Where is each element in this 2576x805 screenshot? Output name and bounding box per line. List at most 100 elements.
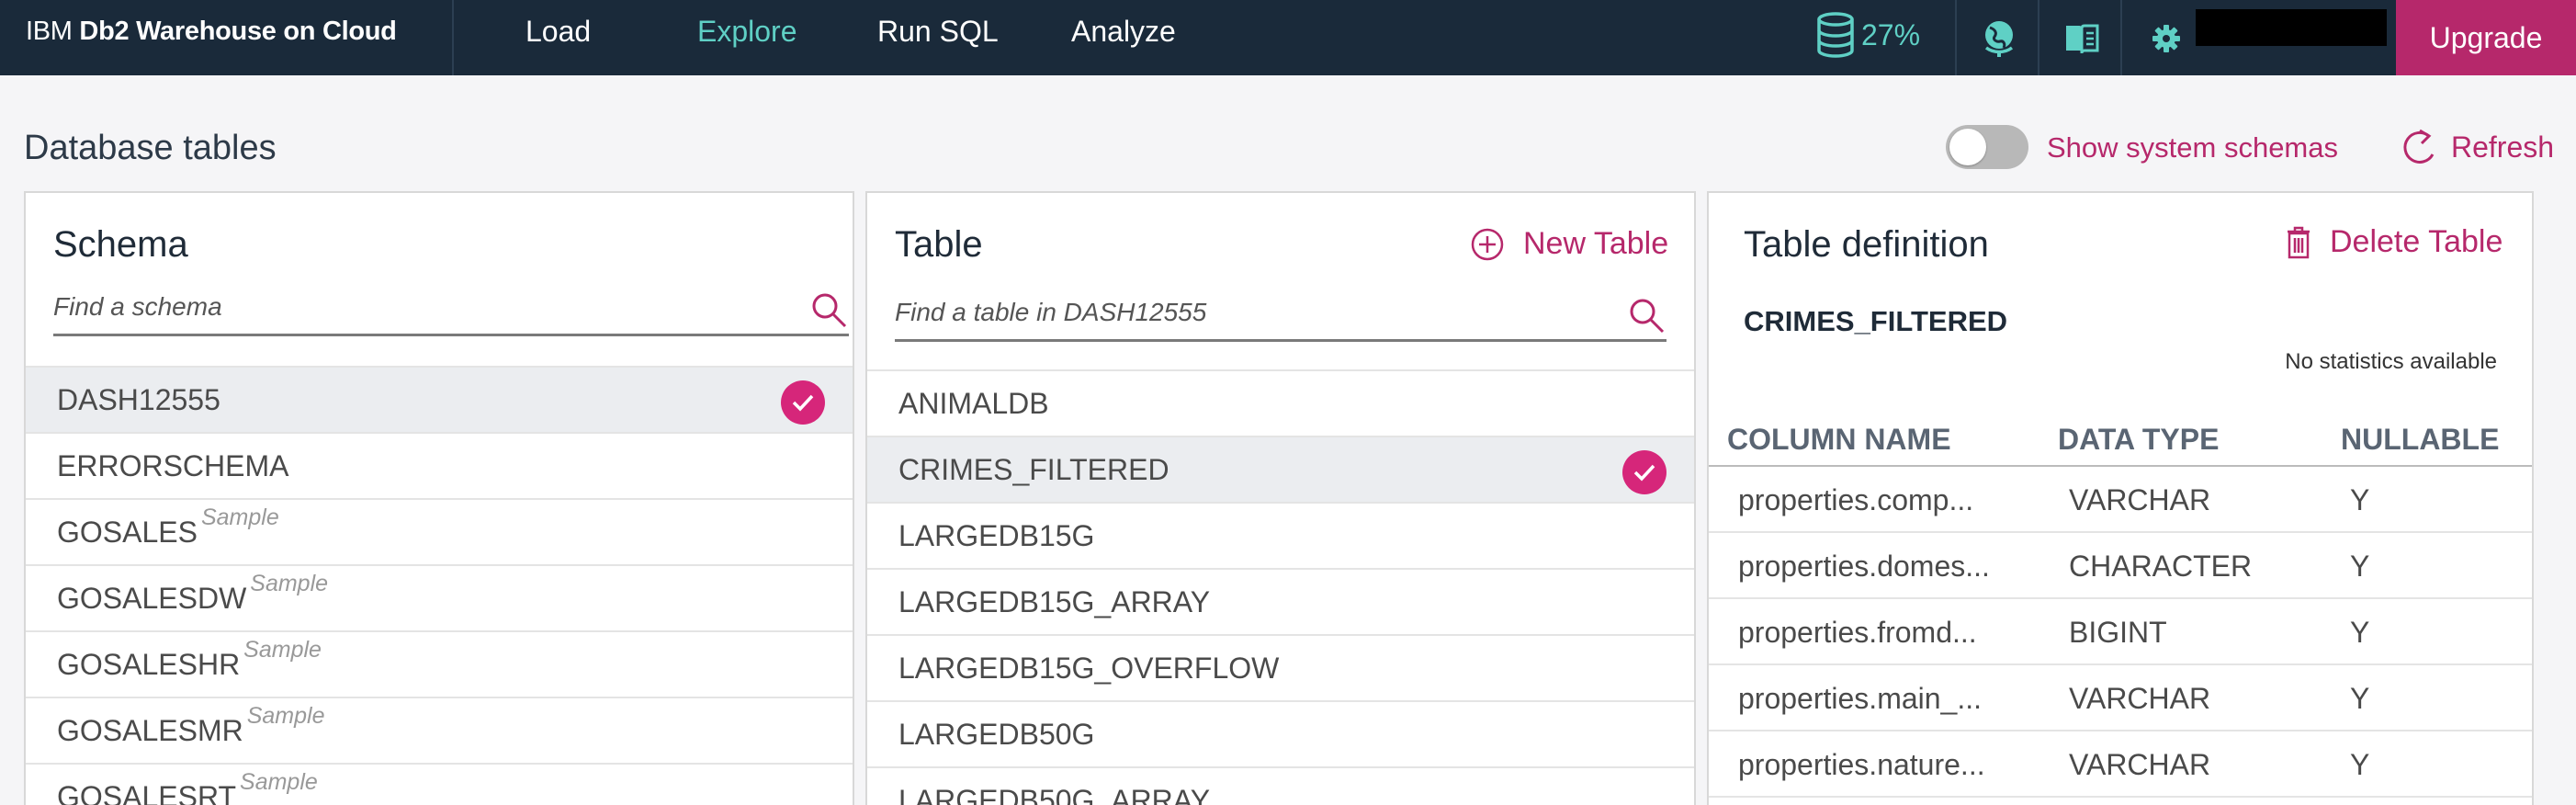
column-name: properties.nature... [1738, 748, 1985, 781]
column-name: properties.main_... [1738, 682, 1983, 715]
column-type: CHARACTER [2069, 550, 2253, 583]
schema-search [53, 285, 849, 336]
table-row[interactable]: properties.domes... CHARACTER Y [1709, 533, 2532, 599]
table-definition-panel: Table definition Delete Table CRIMES_FIL… [1707, 191, 2534, 805]
list-item[interactable]: ERRORSCHEMA [26, 432, 853, 498]
page-title: Database tables [24, 129, 277, 167]
divider [452, 0, 454, 75]
sample-tag: Sample [243, 636, 322, 663]
list-item[interactable]: GOSALESHR Sample [26, 630, 853, 697]
search-icon[interactable] [810, 291, 849, 330]
divider [1955, 0, 1957, 75]
column-name: properties.fromd... [1738, 616, 1977, 649]
table-name: LARGEDB15G [898, 518, 1095, 552]
list-item[interactable]: DASH12555 [26, 366, 853, 432]
globe-icon[interactable] [1973, 13, 2025, 64]
user-name-redacted[interactable] [2196, 9, 2387, 46]
usage-percent: 27% [1861, 17, 1921, 51]
divider [2120, 0, 2122, 75]
table-name: LARGEDB15G_ARRAY [898, 584, 1211, 618]
table-panel-title: Table [895, 224, 983, 265]
column-header-type[interactable]: DATA TYPE [2058, 423, 2219, 457]
column-header-nullable[interactable]: NULLABLE [2341, 423, 2499, 457]
list-item[interactable]: LARGEDB15G_ARRAY [867, 568, 1694, 634]
refresh-button[interactable]: Refresh [2401, 125, 2554, 169]
table-name: LARGEDB15G_OVERFLOW [898, 651, 1280, 685]
list-item[interactable]: GOSALES Sample [26, 498, 853, 564]
table-name: LARGEDB50G [898, 717, 1095, 751]
list-item[interactable]: CRIMES_FILTERED [867, 436, 1694, 502]
schema-list: DASH12555 ERRORSCHEMA GOSALES Sample GOSA… [26, 366, 853, 805]
schema-name: DASH12555 [57, 382, 220, 416]
table-row[interactable]: properties.comp... VARCHAR Y [1709, 467, 2532, 533]
table-search [895, 290, 1666, 342]
schema-name: GOSALESRT [57, 779, 237, 805]
table-search-input[interactable] [895, 290, 1666, 334]
column-name: properties.comp... [1738, 483, 1974, 516]
nav-load[interactable]: Load [525, 13, 591, 50]
new-table-button[interactable]: New Table [1470, 226, 1668, 262]
toggle-knob [1949, 129, 1986, 165]
column-nullable: Y [2350, 682, 2370, 715]
sample-tag: Sample [250, 570, 329, 596]
schema-name: GOSALESMR [57, 713, 243, 747]
column-nullable: Y [2350, 550, 2370, 583]
refresh-label: Refresh [2451, 130, 2555, 164]
list-item[interactable]: ANIMALDB [867, 369, 1694, 436]
nav-run-sql[interactable]: Run SQL [877, 13, 999, 50]
schema-search-input[interactable] [53, 285, 849, 329]
definition-panel-title: Table definition [1744, 224, 1989, 265]
divider [2038, 0, 2039, 75]
column-header-name[interactable]: COLUMN NAME [1727, 423, 1951, 457]
new-table-label: New Table [1523, 226, 1669, 261]
list-item[interactable]: GOSALESMR Sample [26, 697, 853, 763]
column-nullable: Y [2350, 748, 2370, 781]
column-nullable: Y [2350, 616, 2370, 649]
table-name: ANIMALDB [898, 386, 1049, 420]
statistics-status: No statistics available [2285, 349, 2497, 374]
list-item[interactable]: LARGEDB15G_OVERFLOW [867, 634, 1694, 700]
column-type: VARCHAR [2069, 483, 2211, 516]
schema-name: GOSALESDW [57, 581, 247, 615]
table-row[interactable]: properties.nature... VARCHAR Y [1709, 731, 2532, 798]
plus-circle-icon [1471, 228, 1504, 260]
sample-tag: Sample [200, 504, 279, 530]
table-row[interactable]: properties.fromd... BIGINT Y [1709, 599, 2532, 665]
list-item[interactable]: GOSALESRT Sample [26, 763, 853, 805]
schema-name: GOSALESHR [57, 647, 241, 681]
database-icon [1817, 12, 1854, 58]
schema-panel-title: Schema [53, 224, 188, 265]
column-type: BIGINT [2069, 616, 2167, 649]
list-item[interactable]: GOSALESDW Sample [26, 564, 853, 630]
table-name: CRIMES_FILTERED [898, 452, 1169, 486]
upgrade-button[interactable]: Upgrade [2396, 0, 2576, 75]
column-nullable: Y [2350, 483, 2370, 516]
column-type: VARCHAR [2069, 682, 2211, 715]
list-item[interactable]: LARGEDB50G [867, 700, 1694, 766]
sample-tag: Sample [240, 768, 318, 795]
selected-table-name: CRIMES_FILTERED [1744, 305, 2008, 337]
check-icon [781, 380, 825, 425]
table-list: ANIMALDB CRIMES_FILTERED LARGEDB15G LARG… [867, 369, 1694, 805]
search-icon[interactable] [1628, 297, 1666, 335]
delete-table-button[interactable]: Delete Table [2286, 224, 2503, 260]
column-type: VARCHAR [2069, 748, 2211, 781]
nav-analyze[interactable]: Analyze [1071, 13, 1176, 50]
show-system-schemas-toggle[interactable] [1946, 125, 2028, 169]
book-icon[interactable] [2056, 13, 2107, 64]
schema-name: ERRORSCHEMA [57, 448, 289, 482]
list-item[interactable]: LARGEDB15G [867, 502, 1694, 568]
show-system-schemas-label[interactable]: Show system schemas [2047, 130, 2338, 165]
schema-name: GOSALES [57, 515, 198, 549]
table-panel: Table New Table ANIMALDB CRIMES_FILTERED… [865, 191, 1696, 805]
brand-logo[interactable]: IBM Db2 Warehouse on Cloud [26, 15, 397, 48]
table-row[interactable]: properties.main_... VARCHAR Y [1709, 665, 2532, 731]
brand-name: Db2 Warehouse on Cloud [79, 17, 397, 46]
gear-icon[interactable] [2141, 13, 2192, 64]
storage-usage[interactable]: 27% [1815, 9, 1920, 61]
check-icon [1622, 450, 1666, 494]
nav-explore[interactable]: Explore [697, 13, 797, 50]
columns-table-header: COLUMN NAME DATA TYPE NULLABLE [1709, 406, 2532, 467]
sample-tag: Sample [246, 702, 325, 729]
list-item[interactable]: LARGEDB50G_ARRAY [867, 766, 1694, 805]
